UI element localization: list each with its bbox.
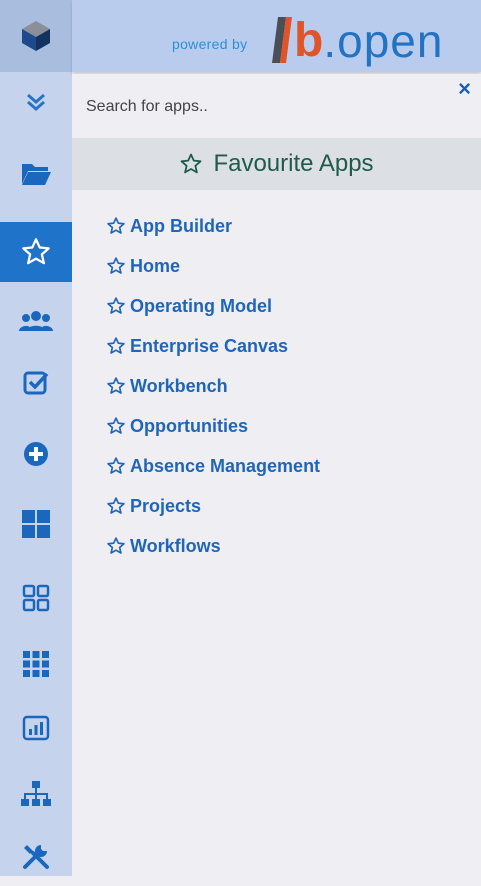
rail-item-tasks[interactable] [0, 352, 72, 412]
check-square-icon [23, 371, 49, 395]
star-outline-icon [107, 217, 125, 234]
rail-item-add[interactable] [0, 424, 72, 484]
brand-slash-mark-icon [272, 17, 292, 63]
app-link-workflows[interactable]: Workflows [106, 526, 320, 566]
brand-b: b [294, 14, 324, 67]
rail-item-users[interactable] [0, 292, 72, 352]
app-label: Operating Model [130, 295, 273, 316]
double-chevron-down-icon [27, 93, 45, 111]
app-label: Workbench [130, 375, 228, 396]
star-outline-icon [107, 417, 125, 434]
th-icon [23, 651, 49, 677]
app-label: Home [130, 255, 181, 276]
users-icon [19, 311, 53, 331]
collapse-menu-button[interactable] [0, 72, 72, 132]
side-rail [0, 0, 72, 876]
app-link-enterprise-canvas[interactable]: Enterprise Canvas [106, 326, 320, 366]
rail-item-apps-grid[interactable] [0, 568, 72, 628]
folder-open-icon [22, 164, 51, 185]
star-outline-icon [107, 497, 125, 514]
app-label: App Builder [130, 215, 232, 236]
rail-item-favourites[interactable] [0, 222, 72, 282]
star-outline-icon [107, 457, 125, 474]
app-link-absence-management[interactable]: Absence Management [106, 446, 320, 486]
brand-open: .open [323, 15, 444, 67]
app-link-opportunities[interactable]: Opportunities [106, 406, 320, 446]
star-icon [22, 238, 50, 265]
star-outline-icon [107, 297, 125, 314]
brand-logo: b .open [270, 5, 443, 65]
rail-item-dashboard[interactable] [0, 494, 72, 554]
star-outline-icon [181, 153, 202, 174]
rail-item-tools[interactable] [0, 826, 72, 886]
grid-outline-icon [22, 584, 50, 612]
app-logo[interactable] [0, 0, 72, 72]
app-link-projects[interactable]: Projects [106, 486, 320, 526]
bar-chart-icon [22, 715, 50, 741]
favourite-apps-list: App Builder Home Operating Model Enterpr… [106, 206, 320, 566]
rail-item-apps-list[interactable] [0, 634, 72, 694]
cube-logo-icon [22, 21, 50, 51]
star-outline-icon [107, 537, 125, 554]
favourites-title: Favourite Apps [213, 150, 374, 177]
app-label: Projects [130, 495, 202, 516]
app-link-operating-model[interactable]: Operating Model [106, 286, 320, 326]
app-label: Workflows [130, 535, 221, 556]
top-header: powered by b .open [72, 0, 481, 72]
close-button[interactable]: × [458, 78, 471, 100]
app-link-home[interactable]: Home [106, 246, 320, 286]
star-outline-icon [107, 337, 125, 354]
search-bar: × [72, 74, 481, 138]
tools-icon [23, 845, 49, 869]
rail-item-hierarchy[interactable] [0, 764, 72, 824]
th-large-icon [22, 510, 50, 538]
app-label: Opportunities [130, 415, 248, 436]
powered-by-text: powered by [172, 36, 248, 52]
plus-circle-icon [24, 442, 48, 466]
app-link-app-builder[interactable]: App Builder [106, 206, 320, 246]
search-input[interactable] [84, 92, 448, 122]
app-label: Absence Management [130, 455, 321, 476]
rail-item-reports[interactable] [0, 698, 72, 758]
star-outline-icon [107, 257, 125, 274]
favourites-header: Favourite Apps [72, 138, 481, 190]
sitemap-icon [21, 781, 51, 806]
rail-item-folders[interactable] [0, 144, 72, 204]
app-label: Enterprise Canvas [130, 335, 289, 356]
star-outline-icon [107, 377, 125, 394]
app-link-workbench[interactable]: Workbench [106, 366, 320, 406]
